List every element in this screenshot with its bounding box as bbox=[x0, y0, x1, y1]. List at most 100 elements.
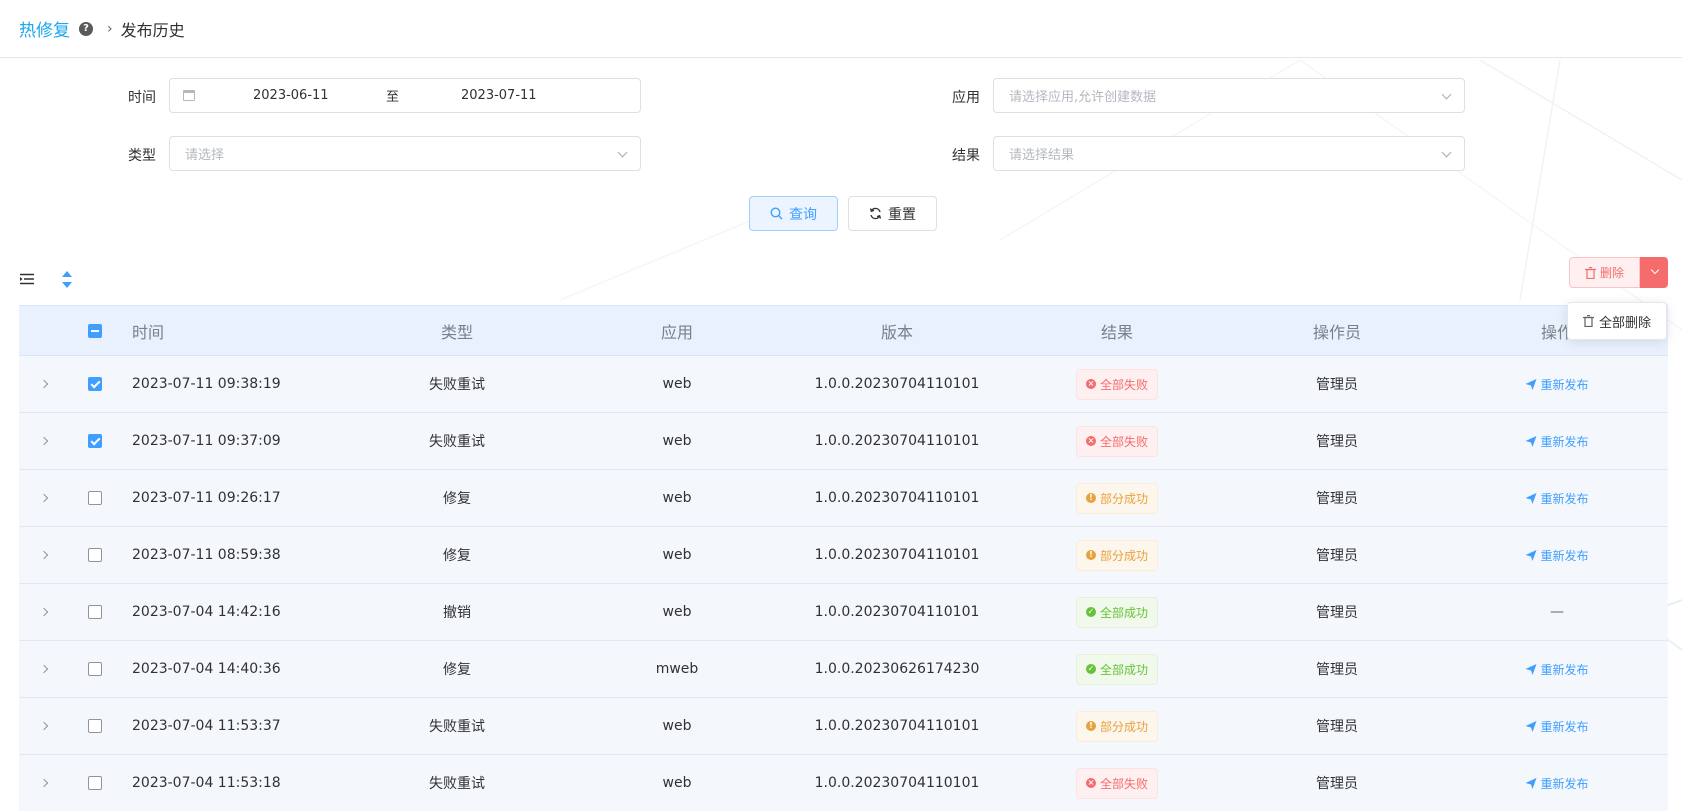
row-expand-toggle[interactable] bbox=[39, 641, 49, 697]
status-badge-label: 全部成功 bbox=[1099, 605, 1149, 620]
select-all-checkbox[interactable] bbox=[88, 306, 102, 355]
row-type: 撤销 bbox=[443, 605, 471, 621]
status-icon: ! bbox=[1085, 493, 1096, 503]
row-type: 修复 bbox=[443, 491, 471, 507]
delete-dropdown-menu: 全部删除 bbox=[1567, 302, 1667, 340]
search-icon bbox=[770, 207, 783, 220]
chevron-right-icon bbox=[39, 550, 49, 560]
row-time: 2023-07-11 08:59:38 bbox=[132, 547, 281, 563]
checkbox-icon bbox=[88, 662, 102, 676]
column-header-operator: 操作员 bbox=[1312, 322, 1362, 342]
status-badge-label: 全部失败 bbox=[1099, 776, 1149, 791]
date-range-picker[interactable]: 2023-06-11 至 2023-07-11 bbox=[169, 78, 641, 113]
row-action: 重新发布 bbox=[1525, 470, 1589, 526]
row-checkbox[interactable] bbox=[88, 470, 102, 526]
checkbox-icon bbox=[88, 605, 102, 619]
row-expand-toggle[interactable] bbox=[39, 698, 49, 754]
republish-link[interactable]: 重新发布 bbox=[1525, 718, 1589, 735]
republish-link[interactable]: 重新发布 bbox=[1525, 433, 1589, 450]
republish-link[interactable]: 重新发布 bbox=[1525, 661, 1589, 678]
column-header-app: 应用 bbox=[660, 322, 694, 342]
status-icon: × bbox=[1085, 436, 1096, 446]
status-badge: ! 部分成功 bbox=[1075, 539, 1159, 571]
row-checkbox[interactable] bbox=[88, 698, 102, 754]
row-expand-toggle[interactable] bbox=[39, 356, 49, 412]
delete-dropdown-toggle[interactable] bbox=[1640, 257, 1668, 288]
send-icon bbox=[1525, 720, 1537, 732]
query-button[interactable]: 查询 bbox=[749, 196, 838, 231]
type-select[interactable]: 请选择 bbox=[169, 136, 641, 171]
result-select[interactable]: 请选择结果 bbox=[993, 136, 1465, 171]
row-result: ! 部分成功 bbox=[1075, 698, 1159, 754]
row-expand-toggle[interactable] bbox=[39, 470, 49, 526]
chevron-down-icon bbox=[1441, 147, 1452, 158]
row-operator: 管理员 bbox=[1316, 605, 1358, 621]
row-time: 2023-07-11 09:38:19 bbox=[132, 376, 281, 392]
chevron-right-icon bbox=[39, 664, 49, 674]
row-operator: 管理员 bbox=[1316, 377, 1358, 393]
send-icon bbox=[1525, 663, 1537, 675]
row-expand-toggle[interactable] bbox=[39, 755, 49, 811]
calendar-icon bbox=[183, 90, 195, 101]
row-checkbox[interactable] bbox=[88, 527, 102, 583]
row-result: × 全部失败 bbox=[1075, 356, 1159, 412]
delete-button[interactable]: 删除 bbox=[1569, 257, 1640, 288]
breadcrumb-root[interactable]: 热修复 bbox=[19, 16, 70, 41]
row-version: 1.0.0.20230626174230 bbox=[814, 661, 980, 677]
republish-label: 重新发布 bbox=[1540, 491, 1589, 506]
row-checkbox[interactable] bbox=[88, 413, 102, 469]
checkbox-icon bbox=[88, 548, 102, 562]
republish-link[interactable]: 重新发布 bbox=[1525, 775, 1589, 792]
chevron-down-icon bbox=[1441, 89, 1452, 100]
republish-label: 重新发布 bbox=[1540, 548, 1589, 563]
column-settings-icon[interactable] bbox=[20, 273, 34, 285]
row-version: 1.0.0.20230704110101 bbox=[814, 433, 980, 449]
republish-link[interactable]: 重新发布 bbox=[1525, 547, 1589, 564]
row-operator: 管理员 bbox=[1316, 719, 1358, 735]
status-icon: ✓ bbox=[1085, 664, 1096, 674]
date-start[interactable]: 2023-06-11 bbox=[253, 88, 329, 103]
result-label: 结果 bbox=[952, 148, 980, 164]
row-expand-toggle[interactable] bbox=[39, 584, 49, 640]
row-app: web bbox=[662, 718, 692, 734]
row-operator: 管理员 bbox=[1316, 434, 1358, 450]
row-type: 修复 bbox=[443, 548, 471, 564]
checkbox-icon bbox=[88, 377, 102, 391]
date-end[interactable]: 2023-07-11 bbox=[461, 88, 537, 103]
row-expand-toggle[interactable] bbox=[39, 527, 49, 583]
row-operator: 管理员 bbox=[1316, 776, 1358, 792]
row-result: ! 部分成功 bbox=[1075, 470, 1159, 526]
app-select-placeholder: 请选择应用,允许创建数据 bbox=[1009, 90, 1157, 105]
row-expand-toggle[interactable] bbox=[39, 413, 49, 469]
row-action: 重新发布 bbox=[1525, 641, 1589, 697]
sort-icon[interactable] bbox=[62, 271, 72, 288]
query-button-label: 查询 bbox=[789, 206, 817, 223]
row-checkbox[interactable] bbox=[88, 755, 102, 811]
status-badge: × 全部失败 bbox=[1075, 767, 1159, 799]
republish-link[interactable]: 重新发布 bbox=[1525, 490, 1589, 507]
type-label: 类型 bbox=[128, 148, 156, 164]
row-checkbox[interactable] bbox=[88, 584, 102, 640]
table-body: 2023-07-11 09:38:19 失败重试 web 1.0.0.20230… bbox=[19, 356, 1668, 811]
chevron-right-icon bbox=[39, 721, 49, 731]
reset-button[interactable]: 重置 bbox=[848, 196, 937, 231]
row-checkbox[interactable] bbox=[88, 356, 102, 412]
status-badge-label: 部分成功 bbox=[1099, 491, 1149, 506]
app-select[interactable]: 请选择应用,允许创建数据 bbox=[993, 78, 1465, 113]
row-result: ✓ 全部成功 bbox=[1075, 584, 1159, 640]
row-app: mweb bbox=[655, 661, 699, 677]
row-checkbox[interactable] bbox=[88, 641, 102, 697]
row-time: 2023-07-04 14:42:16 bbox=[132, 604, 281, 620]
table-row: 2023-07-04 11:53:37 失败重试 web 1.0.0.20230… bbox=[19, 698, 1668, 755]
republish-link[interactable]: 重新发布 bbox=[1525, 376, 1589, 393]
status-badge: ✓ 全部成功 bbox=[1075, 653, 1159, 685]
row-type: 失败重试 bbox=[429, 776, 485, 792]
help-icon[interactable]: ? bbox=[79, 21, 93, 36]
row-version: 1.0.0.20230704110101 bbox=[814, 490, 980, 506]
row-result: × 全部失败 bbox=[1075, 413, 1159, 469]
delete-all-menu-item[interactable]: 全部删除 bbox=[1599, 312, 1651, 331]
status-icon: ✓ bbox=[1085, 607, 1096, 617]
column-header-time: 时间 bbox=[132, 322, 165, 342]
row-version: 1.0.0.20230704110101 bbox=[814, 718, 980, 734]
status-badge: ! 部分成功 bbox=[1075, 482, 1159, 514]
